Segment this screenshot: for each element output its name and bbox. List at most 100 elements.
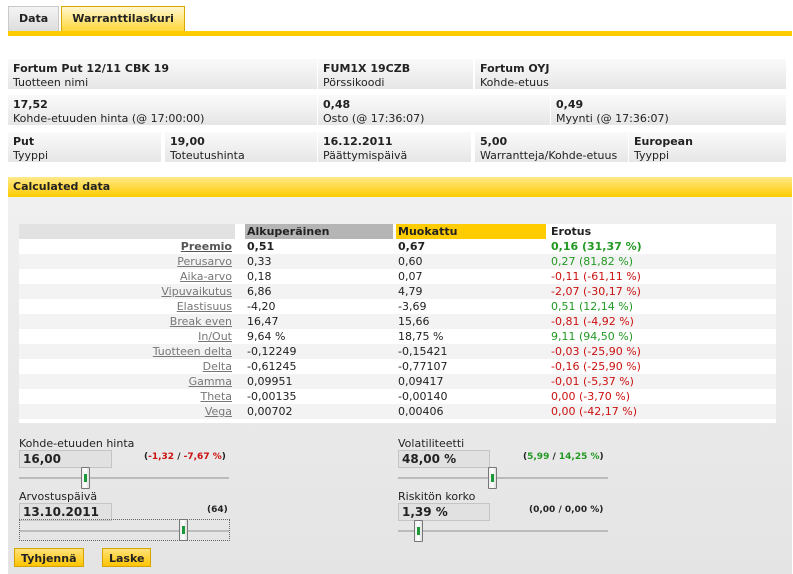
table-row: Gamma 0,09951 0,09417 -0,01 (-5,37 %) [19, 374, 776, 389]
date-slider-track[interactable] [19, 519, 230, 541]
header-diff: Erotus [551, 225, 592, 238]
calculated-data-header: Calculated data [8, 177, 792, 197]
underlying-price-box: 17,52 Kohde-etuuden hinta (@ 17:00:00) [8, 95, 317, 125]
volatility-delta-abs: 5,99 [527, 452, 550, 462]
volatility-slider-label: Volatiliteetti [398, 437, 465, 450]
diff-value: 0,16 (31,37 %) [551, 240, 642, 253]
metric-name[interactable]: Vipuvaikutus [19, 284, 235, 299]
price-slider-track[interactable] [19, 477, 229, 479]
calculate-button[interactable]: Laske [102, 548, 152, 567]
metric-name[interactable]: Theta [19, 389, 235, 404]
rate-slider-track[interactable] [398, 530, 608, 532]
rate-slider-handle[interactable] [414, 520, 424, 542]
type-value: Put [13, 135, 35, 148]
diff-value: -2,07 (-30,17 %) [551, 285, 641, 298]
metric-name[interactable]: Tuotteen delta [19, 344, 235, 359]
diff-value: 0,00 (-3,70 %) [551, 390, 630, 403]
tab-underline [8, 31, 792, 36]
table-row: Perusarvo 0,33 0,60 0,27 (81,82 %) [19, 254, 776, 269]
expiry-value: 16.12.2011 [323, 135, 393, 148]
product-name-label: Tuotteen nimi [13, 76, 89, 89]
original-value: 9,64 % [247, 330, 286, 343]
modified-value: 0,09417 [398, 375, 444, 388]
bid-value: 0,48 [323, 98, 351, 111]
diff-value: -0,81 (-4,92 %) [551, 315, 634, 328]
calculated-data-table: Alkuperäinen Muokattu Erotus Preemio 0,51… [19, 224, 776, 423]
price-delta-sep: / [174, 452, 184, 462]
table-row: Theta -0,00135 -0,00140 0,00 (-3,70 %) [19, 389, 776, 404]
ratio-label: Warrantteja/Kohde-etuus [480, 149, 618, 162]
style-value: European [634, 135, 693, 148]
table-row: Vega 0,00702 0,00406 0,00 (-42,17 %) [19, 404, 776, 419]
original-value: -4,20 [247, 300, 276, 313]
bid-box: 0,48 Osto (@ 17:36:07) [318, 95, 550, 125]
diff-value: -0,01 (-5,37 %) [551, 375, 634, 388]
date-slider-label: Arvostuspäivä [19, 490, 98, 503]
metric-name[interactable]: Vega [19, 404, 235, 419]
original-value: -0,00135 [247, 390, 297, 403]
risk-free-rate-input[interactable]: 1,39 % [398, 503, 490, 521]
days-count: (64) [207, 505, 228, 515]
original-value: 16,47 [247, 315, 279, 328]
volatility-delta-sep: / [549, 452, 559, 462]
modified-value: -0,00140 [398, 390, 448, 403]
date-slider-handle[interactable] [178, 519, 188, 541]
volatility-slider-handle[interactable] [488, 467, 498, 489]
price-delta: (-1,32 / -7,67 %) [144, 452, 226, 462]
original-value: -0,61245 [247, 360, 297, 373]
product-name-box: Fortum Put 12/11 CBK 19 Tuotteen nimi [8, 59, 317, 89]
metric-name[interactable]: Break even [19, 314, 235, 329]
table-row: Aika-arvo 0,18 0,07 -0,11 (-61,11 %) [19, 269, 776, 284]
diff-value: 0,51 (12,14 %) [551, 300, 634, 313]
header-original: Alkuperäinen [245, 224, 393, 239]
header-name-cell [19, 224, 235, 239]
diff-value: 0,27 (81,82 %) [551, 255, 634, 268]
modified-value: -3,69 [398, 300, 427, 313]
table-row: Delta -0,61245 -0,77107 -0,16 (-25,90 %) [19, 359, 776, 374]
type-box: Put Tyyppi [8, 132, 161, 162]
original-value: 0,33 [247, 255, 272, 268]
rate-slider-label: Riskitön korko [398, 490, 476, 503]
price-input[interactable]: 16,00 [19, 450, 112, 468]
modified-value: 0,00406 [398, 405, 444, 418]
style-box: European Tyyppi [629, 132, 786, 162]
header-modified: Muokattu [396, 224, 546, 239]
metric-name[interactable]: Preemio [19, 239, 235, 254]
original-value: 0,18 [247, 270, 272, 283]
table-header-row: Alkuperäinen Muokattu Erotus [19, 224, 776, 239]
strike-value: 19,00 [170, 135, 205, 148]
volatility-delta: (5,99 / 14,25 %) [523, 452, 604, 462]
volatility-input[interactable]: 48,00 % [398, 450, 490, 468]
expiry-label: Päättymispäivä [323, 149, 408, 162]
table-row: Preemio 0,51 0,67 0,16 (31,37 %) [19, 239, 776, 254]
exchange-code-value: FUM1X 19CZB [323, 62, 411, 75]
underlying-label: Kohde-etuus [480, 76, 549, 89]
metric-name[interactable]: In/Out [19, 329, 235, 344]
tab-data[interactable]: Data [8, 6, 60, 32]
tab-warranttilaskuri[interactable]: Warranttilaskuri [61, 6, 185, 32]
modified-value: 18,75 % [398, 330, 444, 343]
metric-name[interactable]: Delta [19, 359, 235, 374]
exchange-code-label: Pörssikoodi [323, 76, 385, 89]
metric-name[interactable]: Gamma [19, 374, 235, 389]
rate-delta: (0,00 / 0,00 %) [529, 505, 604, 515]
modified-value: 0,67 [398, 240, 426, 253]
product-name-value: Fortum Put 12/11 CBK 19 [13, 62, 169, 75]
strike-label: Toteutushinta [170, 149, 245, 162]
clear-button[interactable]: Tyhjennä [14, 548, 84, 567]
table-row: In/Out 9,64 % 18,75 % 9,11 (94,50 %) [19, 329, 776, 344]
volatility-slider-track[interactable] [398, 477, 608, 479]
volatility-delta-pct: 14,25 % [558, 452, 600, 462]
underlying-box: Fortum OYJ Kohde-etuus [475, 59, 786, 89]
style-label: Tyyppi [634, 149, 670, 162]
price-delta-abs: -1,32 [148, 452, 175, 462]
modified-value: -0,77107 [398, 360, 448, 373]
metric-name[interactable]: Perusarvo [19, 254, 235, 269]
metric-name[interactable]: Elastisuus [19, 299, 235, 314]
modified-value: 0,60 [398, 255, 423, 268]
table-row: Tuotteen delta -0,12249 -0,15421 -0,03 (-25… [19, 344, 776, 359]
price-slider-handle[interactable] [81, 467, 91, 489]
exchange-code-box: FUM1X 19CZB Pörssikoodi [318, 59, 473, 89]
metric-name[interactable]: Aika-arvo [19, 269, 235, 284]
tab-bar: Data Warranttilaskuri [8, 6, 187, 32]
